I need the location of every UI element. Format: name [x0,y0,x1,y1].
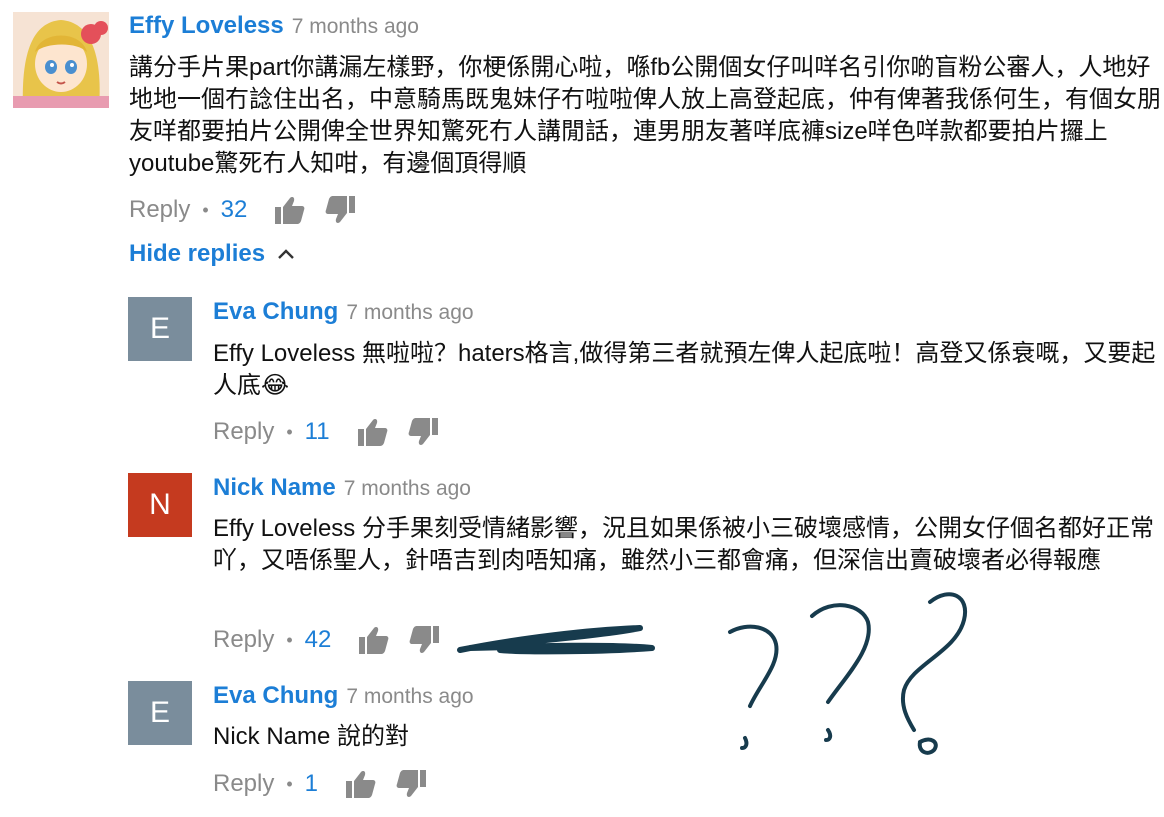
avatar[interactable]: N [128,473,192,537]
thumbs-down-icon[interactable] [408,418,438,446]
reply-button[interactable]: Reply [213,770,274,798]
separator-dot: • [202,199,209,220]
comment-actions: Reply • 11 [213,416,438,448]
like-count: 1 [304,770,319,797]
avatar[interactable]: E [128,681,192,745]
comment-author-row: Nick Name 7 months ago [213,473,471,504]
comment-author-row: Effy Loveless 7 months ago [129,11,419,42]
comment-text: Effy Loveless 無啦啦？haters格言,做得第三者就預左俾人起底啦… [213,340,1156,399]
reply-button[interactable]: Reply [213,626,274,654]
thumbs-up-icon[interactable] [346,770,376,798]
chevron-up-icon [278,249,294,259]
separator-dot: • [286,773,293,794]
comment-timestamp[interactable]: 7 months ago [344,477,471,500]
reply-button[interactable]: Reply [129,196,190,224]
author-name[interactable]: Effy Loveless [129,12,284,39]
avatar-initial: E [149,696,170,729]
separator-dot: • [286,421,293,442]
thumbs-down-icon[interactable] [396,770,427,798]
thumbs-down-icon[interactable] [325,196,356,224]
comment-text: Nick Name 說的對 [213,723,410,750]
reply-button[interactable]: Reply [213,418,274,446]
thumbs-up-icon[interactable] [275,196,305,224]
comment-author-row: Eva Chung 7 months ago [213,297,474,328]
author-name[interactable]: Nick Name [213,474,336,501]
hide-replies-label: Hide replies [129,240,266,267]
thumbs-up-icon[interactable] [357,418,388,446]
comment-actions: Reply • 32 [129,194,356,226]
comment-timestamp[interactable]: 7 months ago [346,685,473,708]
avatar-initial: N [149,488,171,521]
cartoon-girl-avatar-image [13,12,109,108]
author-name[interactable]: Eva Chung [213,298,338,325]
author-name[interactable]: Eva Chung [213,682,338,709]
like-count: 42 [304,626,332,653]
hide-replies-button[interactable]: Hide replies [129,240,295,268]
separator-dot: • [286,629,293,650]
comment-actions: Reply • 1 [213,768,427,800]
like-count: 11 [304,418,330,445]
comment-timestamp[interactable]: 7 months ago [346,301,473,324]
comment-author-row: Eva Chung 7 months ago [213,681,474,712]
avatar[interactable]: E [128,297,192,361]
thumbs-up-icon[interactable] [359,626,389,654]
avatar-initial: E [149,312,170,345]
comment-text: 講分手片果part你講漏左樣野，你梗係開心啦，喺fb公開個女仔叫咩名引你啲盲粉公… [129,54,1161,177]
comment-text: Effy Loveless 分手果刻受情緒影響，況且如果係被小三破壞感情，公開女… [213,515,1154,574]
avatar[interactable] [13,12,109,108]
like-count: 32 [220,196,248,223]
thumbs-down-icon[interactable] [409,626,440,654]
comment-timestamp[interactable]: 7 months ago [292,15,419,38]
comment-actions: Reply • 42 [213,624,440,656]
